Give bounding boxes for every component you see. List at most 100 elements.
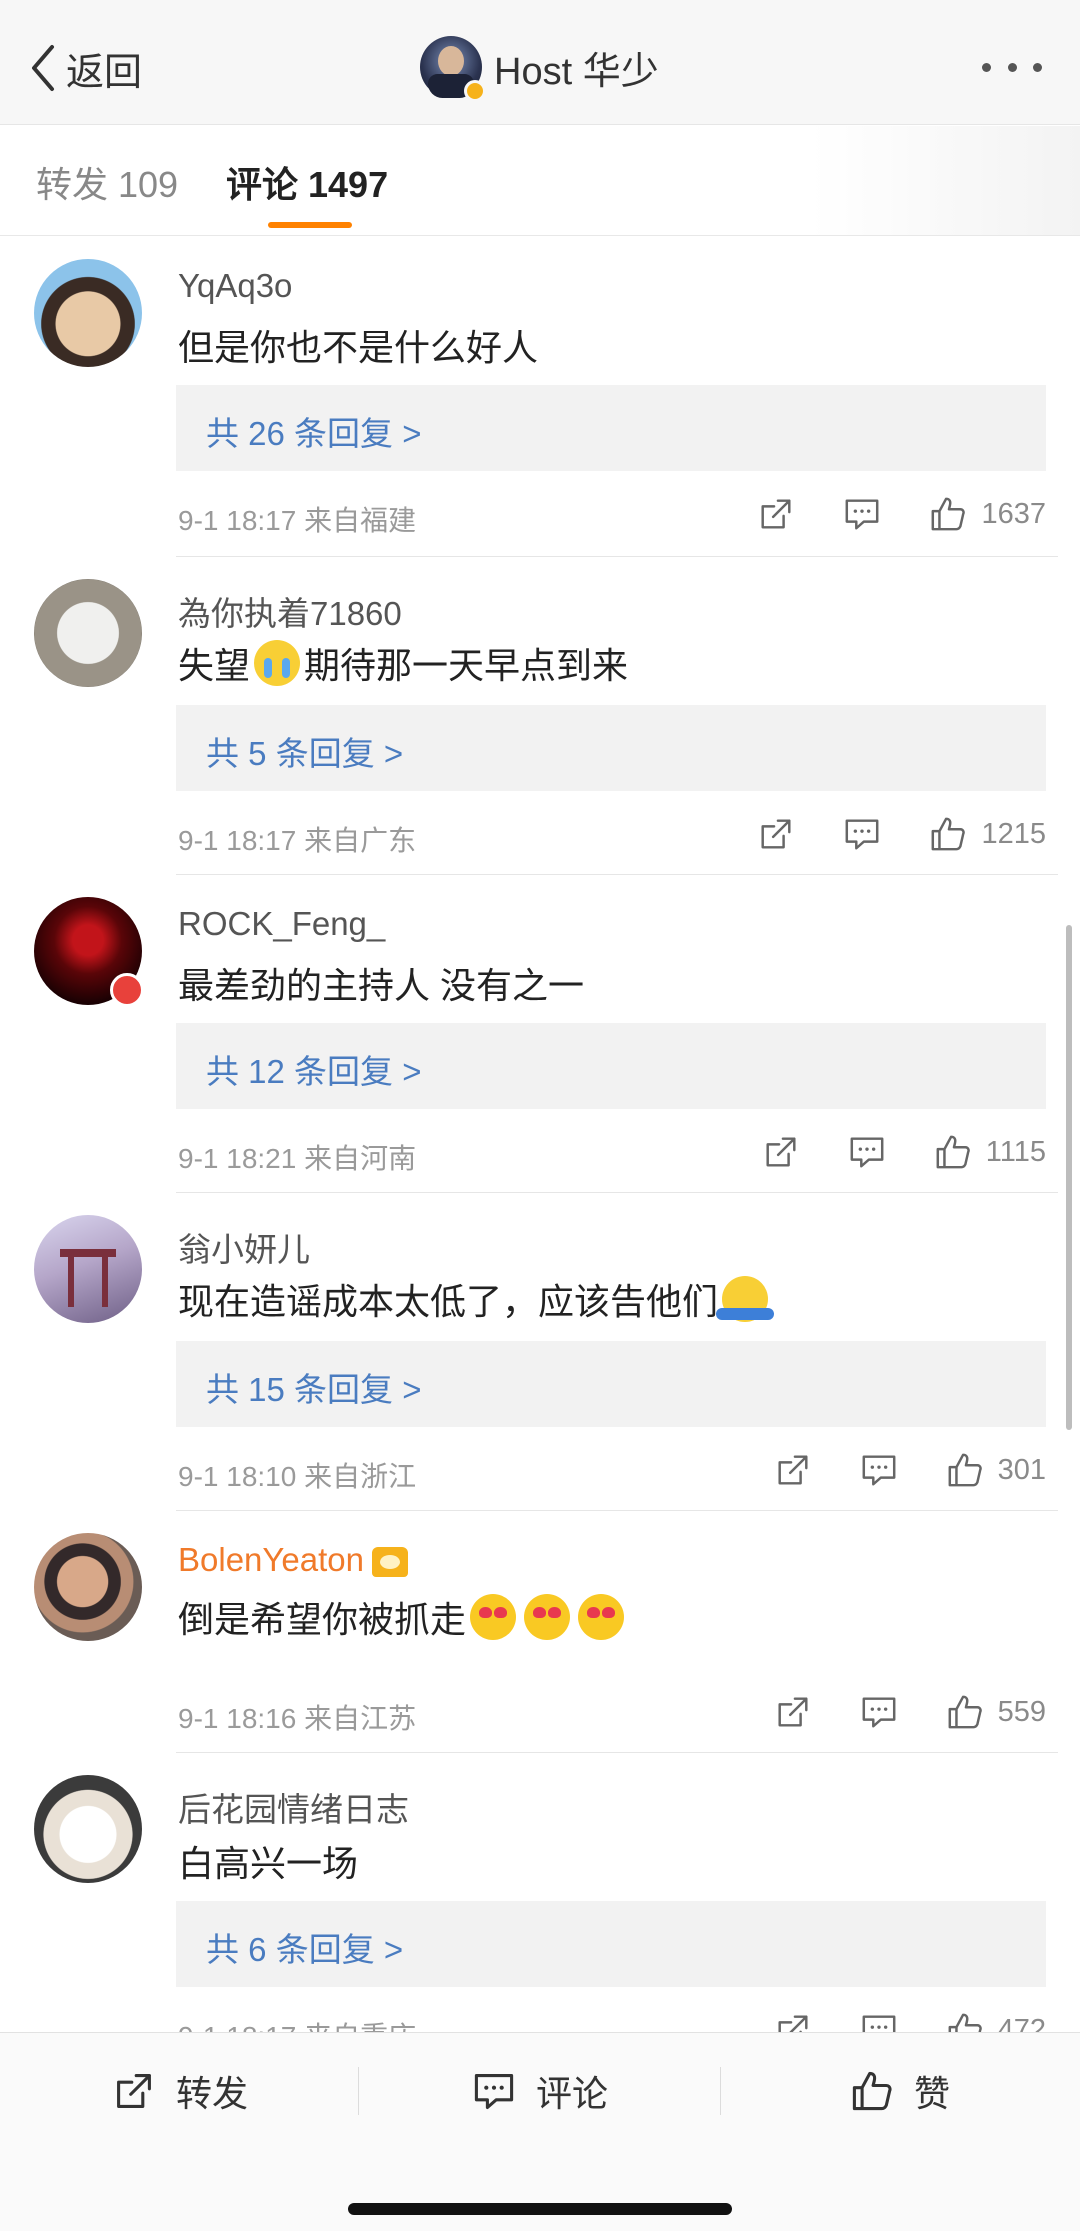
author-name: Host 华少 (494, 50, 659, 93)
share-icon[interactable] (757, 495, 795, 533)
comment-text-part: 期待那一天早点到来 (304, 645, 629, 686)
comment-icon[interactable] (848, 1133, 886, 1171)
like-count: 1215 (981, 817, 1046, 850)
replies-label: 共 15 条回复 > (206, 1371, 422, 1408)
tab-forward[interactable]: 转发 109 (36, 156, 178, 208)
share-icon (117, 2074, 151, 2108)
home-indicator[interactable] (348, 2203, 732, 2215)
like-button[interactable]: 赞 (850, 2061, 950, 2121)
scrollbar[interactable] (1066, 925, 1072, 1430)
comment-username[interactable]: 翁小妍儿 (178, 1223, 310, 1271)
view-replies-button[interactable]: 共 12 条回复 > (176, 1023, 1046, 1109)
thumbs-up-icon (852, 2071, 892, 2111)
heart-eyes-emoji-icon (470, 1594, 517, 1640)
comment-list: YqAq3o 但是你也不是什么好人 共 26 条回复 > 9-1 18:17 来… (0, 237, 1080, 2032)
thumbs-up-icon[interactable] (934, 1133, 972, 1171)
comment-actions: 301 (774, 1445, 1046, 1495)
author-avatar[interactable] (420, 36, 486, 102)
comment-text: 现在造谣成本太低了，应该告他们 (178, 1273, 775, 1325)
share-icon[interactable] (757, 815, 795, 853)
forward-button[interactable]: 转发 (112, 2061, 248, 2121)
comment-icon[interactable] (843, 495, 881, 533)
back-button[interactable]: 返回 (28, 38, 142, 98)
more-options-icon[interactable] (982, 60, 1042, 74)
like-label: 赞 (914, 2073, 951, 2114)
avatar[interactable] (34, 1533, 142, 1641)
thumbs-up-icon[interactable] (946, 2011, 984, 2032)
back-label: 返回 (66, 51, 143, 94)
comment-username[interactable]: 為你执着71860 (178, 587, 402, 635)
comment-actions: 472 (774, 2005, 1046, 2032)
comment-username[interactable]: BolenYeaton (178, 1541, 408, 1579)
divider (720, 2067, 721, 2115)
comment-username[interactable]: YqAq3o (178, 267, 292, 305)
like-count: 559 (997, 1695, 1046, 1728)
share-icon[interactable] (762, 1133, 800, 1171)
thumbs-up-icon[interactable] (946, 1451, 984, 1489)
comment-text-part: 倒是希望你被抓走 (178, 1599, 467, 1640)
heart-eyes-emoji-icon (578, 1594, 625, 1640)
comment-item: 翁小妍儿 现在造谣成本太低了，应该告他们 共 15 条回复 > 9-1 18:1… (0, 1193, 1080, 1511)
comment-button[interactable]: 评论 (472, 2061, 608, 2121)
weibo-comments-screen: 返回 Host 华少 转发 109 评论 1497 YqAq3o 但是你也不是什… (0, 0, 1080, 2231)
comment-text-part: 现在造谣成本太低了，应该告他们 (178, 1281, 719, 1322)
avatar[interactable] (34, 579, 142, 687)
view-replies-button[interactable]: 共 5 条回复 > (176, 705, 1046, 791)
avatar[interactable] (34, 897, 144, 1007)
crying-emoji-icon (254, 640, 301, 686)
like-count: 1115 (985, 1135, 1046, 1168)
share-icon[interactable] (774, 1693, 812, 1731)
like-count: 1637 (981, 497, 1046, 530)
comment-icon[interactable] (843, 815, 881, 853)
thumbs-up-icon[interactable] (929, 495, 967, 533)
share-icon[interactable] (774, 2011, 812, 2032)
comment-icon[interactable] (860, 2011, 898, 2032)
comment-actions: 1215 (757, 809, 1046, 859)
comment-username[interactable]: 后花园情绪日志 (178, 1783, 409, 1831)
comment-text: 白高兴一场 (178, 1843, 359, 1884)
share-icon[interactable] (774, 1451, 812, 1489)
like-count: 301 (997, 1453, 1046, 1486)
comment-label: 评论 (536, 2073, 609, 2114)
chevron-left-icon (32, 45, 54, 91)
comment-username[interactable]: ROCK_Feng_ (178, 905, 385, 943)
view-replies-button[interactable]: 共 15 条回复 > (176, 1341, 1046, 1427)
thumbs-up-icon[interactable] (946, 1693, 984, 1731)
comment-icon[interactable] (860, 1451, 898, 1489)
shrug-emoji-icon (716, 1276, 775, 1322)
view-replies-button[interactable]: 共 26 条回复 > (176, 385, 1046, 471)
thumbs-up-icon[interactable] (929, 815, 967, 853)
bottom-action-bar: 转发 评论 赞 (0, 2032, 1080, 2231)
replies-label: 共 12 条回复 > (206, 1053, 422, 1090)
comment-meta: 9-1 18:16 来自江苏 (178, 1703, 417, 1734)
view-replies-button[interactable]: 共 6 条回复 > (176, 1901, 1046, 1987)
comment-icon[interactable] (860, 1693, 898, 1731)
replies-label: 共 5 条回复 > (206, 735, 404, 772)
comment-meta: 9-1 18:17 来自广东 (178, 825, 417, 856)
comment-text: 但是你也不是什么好人 (178, 327, 539, 368)
comment-text: 最差劲的主持人 没有之一 (178, 965, 585, 1006)
forward-label: 转发 (176, 2073, 249, 2114)
comment-meta: 9-1 18:17 来自福建 (178, 505, 417, 536)
post-author[interactable]: Host 华少 (420, 36, 659, 102)
avatar[interactable] (34, 1215, 142, 1323)
star-badge-icon (110, 973, 144, 1007)
like-count: 472 (997, 2013, 1046, 2033)
comment-text-part: 失望 (178, 645, 251, 686)
comment-item: BolenYeaton 倒是希望你被抓走 9-1 18:16 来自江苏 559 (0, 1511, 1080, 1753)
verified-badge-icon (464, 80, 486, 102)
tab-comment[interactable]: 评论 1497 (226, 156, 388, 208)
comment-meta: 9-1 18:17 来自重庆 (178, 2015, 416, 2032)
heart-eyes-emoji-icon (524, 1594, 571, 1640)
comment-actions: 559 (774, 1687, 1046, 1737)
comment-item: 為你执着71860 失望 期待那一天早点到来 共 5 条回复 > 9-1 18:… (0, 557, 1080, 875)
comment-item: 后花园情绪日志 白高兴一场 共 6 条回复 > 9-1 18:17 来自重庆 4… (0, 1753, 1080, 2032)
divider (358, 2067, 359, 2115)
comment-meta: 9-1 18:21 来自河南 (178, 1143, 417, 1174)
avatar[interactable] (34, 1775, 142, 1883)
comment-text: 失望 期待那一天早点到来 (178, 637, 628, 689)
comment-text: 倒是希望你被抓走 (178, 1591, 628, 1643)
comment-item: YqAq3o 但是你也不是什么好人 共 26 条回复 > 9-1 18:17 来… (0, 237, 1080, 557)
avatar[interactable] (34, 259, 142, 367)
comment-actions: 1115 (762, 1127, 1046, 1177)
